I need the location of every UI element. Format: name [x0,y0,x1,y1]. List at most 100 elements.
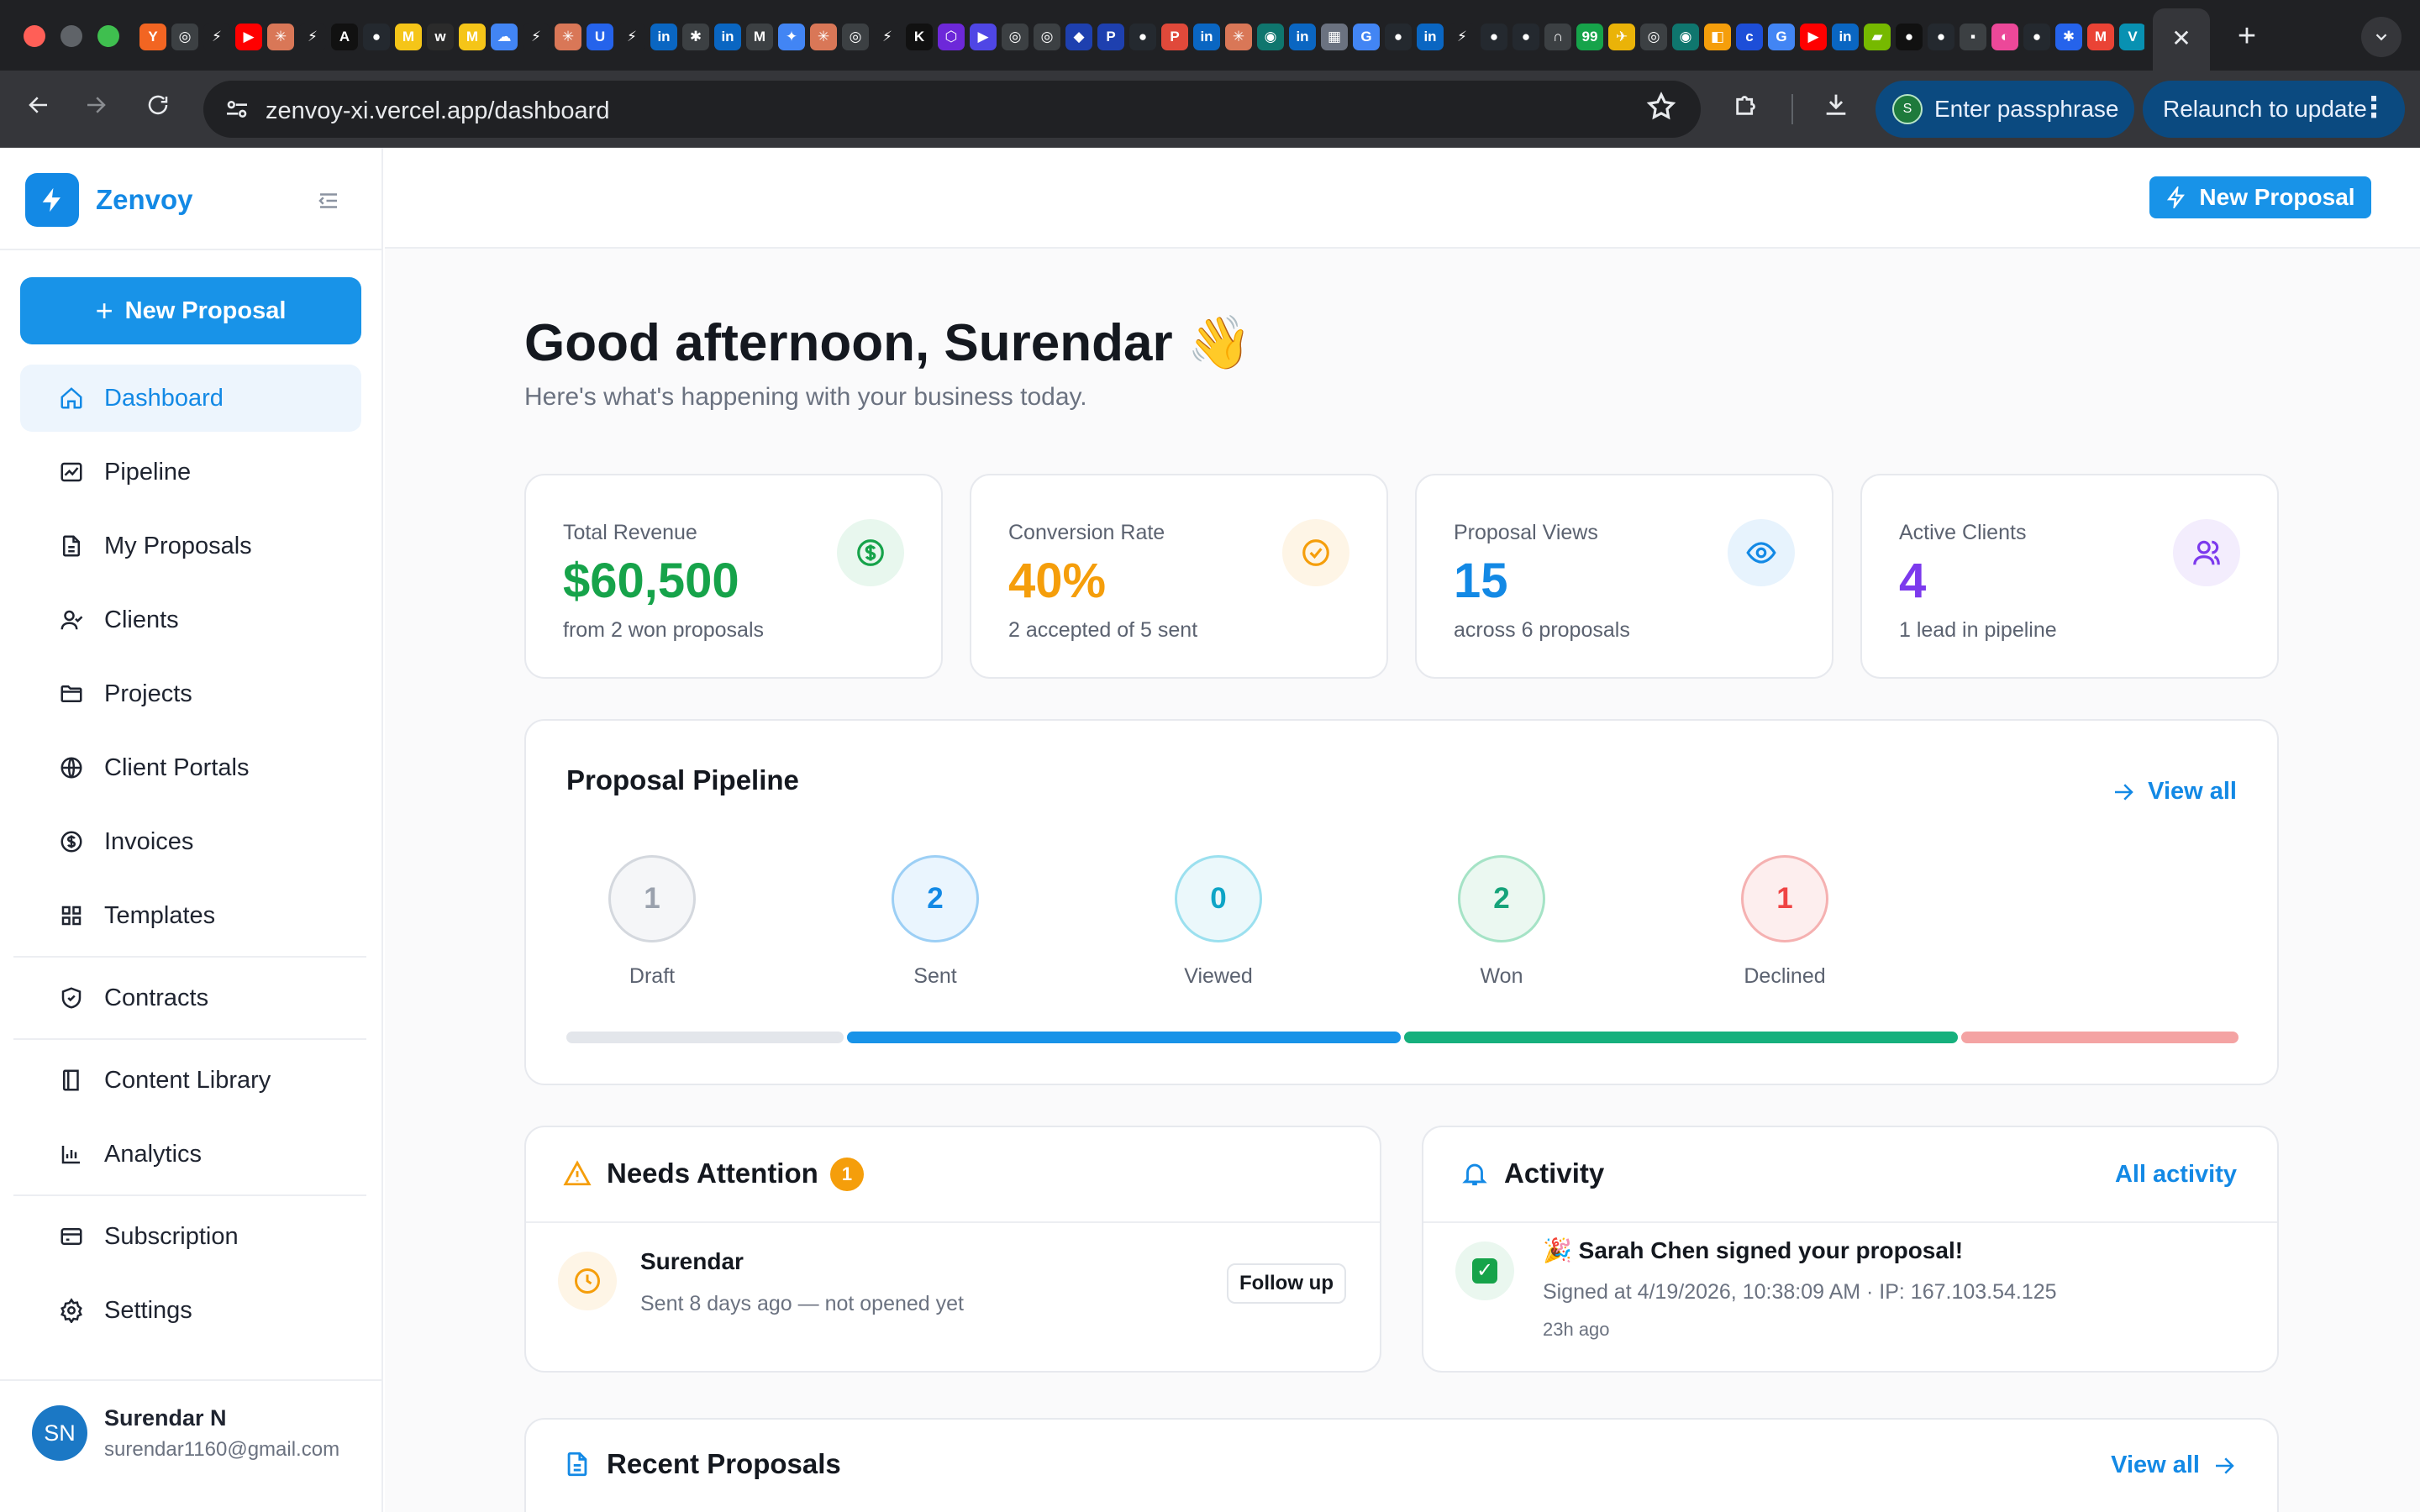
tab-favicon[interactable]: in [1417,24,1444,50]
pipeline-view-all-link[interactable]: View all [2111,778,2237,806]
window-zoom-button[interactable] [97,25,119,47]
tab-favicon[interactable]: G [1353,24,1380,50]
tab-favicon[interactable]: ● [1129,24,1156,50]
tab-favicon[interactable]: ◆ [1065,24,1092,50]
user-profile[interactable]: SN Surendar N surendar1160@gmail.com [32,1399,339,1467]
tab-favicon[interactable]: M [746,24,773,50]
more-menu-icon[interactable]: ⋮ [2360,91,2388,124]
header-new-proposal-button[interactable]: New Proposal [2149,176,2371,218]
tab-favicon[interactable]: Y [139,24,166,50]
tab-favicon[interactable]: ▰ [1864,24,1891,50]
sidebar-item-client-portals[interactable]: Client Portals [20,734,361,801]
sidebar-item-projects[interactable]: Projects [20,660,361,727]
collapse-sidebar-icon[interactable] [314,188,343,213]
tab-favicon[interactable]: ◎ [171,24,198,50]
tab-favicon[interactable]: in [1193,24,1220,50]
tab-favicon[interactable]: ✳ [810,24,837,50]
bookmark-star-icon[interactable] [1645,91,1677,123]
sidebar-item-pipeline[interactable]: Pipeline [20,438,361,506]
recent-view-all-link[interactable]: View all [2111,1452,2237,1479]
sidebar-item-subscription[interactable]: Subscription [20,1203,361,1270]
tab-favicon[interactable]: ◎ [842,24,869,50]
active-tab[interactable]: ✕ [2153,8,2210,71]
sidebar-item-dashboard[interactable]: Dashboard [20,365,361,432]
tab-favicon[interactable]: ⬡ [938,24,965,50]
pipeline-stage-viewed[interactable]: 0 Viewed [1151,855,1286,989]
sidebar-item-my-proposals[interactable]: My Proposals [20,512,361,580]
sidebar-item-invoices[interactable]: Invoices [20,808,361,875]
tab-favicon[interactable]: ◎ [1034,24,1060,50]
sidebar-new-proposal-button[interactable]: + New Proposal [20,277,361,344]
site-settings-icon[interactable] [224,96,250,123]
tab-favicon[interactable]: ⚡ [1449,24,1476,50]
pipeline-stage-won[interactable]: 2 Won [1434,855,1569,989]
pipeline-stage-sent[interactable]: 2 Sent [868,855,1002,989]
sidebar-item-content-library[interactable]: Content Library [20,1047,361,1114]
tab-favicon[interactable]: ▦ [1321,24,1348,50]
stat-card-total-revenue[interactable]: Total Revenue $60,500 from 2 won proposa… [524,474,943,679]
tab-favicon[interactable]: ✳ [1225,24,1252,50]
follow-up-button[interactable]: Follow up [1227,1263,1346,1304]
tab-search-button[interactable] [2361,17,2402,57]
tab-favicon[interactable]: K [906,24,933,50]
tab-favicon[interactable]: ✱ [2055,24,2082,50]
sidebar-item-contracts[interactable]: Contracts [20,964,361,1032]
tab-favicon[interactable]: ▶ [235,24,262,50]
tab-favicon[interactable]: ✳ [267,24,294,50]
stat-card-active-clients[interactable]: Active Clients 4 1 lead in pipeline [1860,474,2279,679]
window-close-button[interactable] [24,25,45,47]
sidebar-item-analytics[interactable]: Analytics [20,1121,361,1188]
tab-favicon[interactable]: ∩ [1544,24,1571,50]
all-activity-link[interactable]: All activity [2115,1161,2237,1189]
enter-passphrase-button[interactable]: S Enter passphrase [1876,81,2134,138]
pipeline-stage-draft[interactable]: 1 Draft [585,855,719,989]
tab-favicon[interactable]: ☁ [491,24,518,50]
sidebar-item-templates[interactable]: Templates [20,882,361,949]
tab-favicon[interactable]: M [395,24,422,50]
tab-favicon[interactable]: in [1289,24,1316,50]
relaunch-to-update-button[interactable]: Relaunch to update ⋮ [2143,81,2405,138]
tab-favicon[interactable]: ⚡ [874,24,901,50]
extensions-button[interactable] [1726,87,1768,129]
close-tab-icon[interactable]: ✕ [2168,25,2195,52]
address-bar[interactable]: zenvoy-xi.vercel.app/dashboard [203,81,1701,138]
tab-favicon[interactable]: ⚡ [299,24,326,50]
reload-button[interactable] [138,89,178,129]
forward-button[interactable] [76,89,116,129]
tab-favicon[interactable]: ✈ [1608,24,1635,50]
tab-favicon[interactable]: ● [1896,24,1923,50]
tab-favicon[interactable]: 99 [1576,24,1603,50]
pipeline-stage-declined[interactable]: 1 Declined [1718,855,1852,989]
tab-favicon[interactable]: M [2087,24,2114,50]
tab-favicon[interactable]: ▪ [1960,24,1986,50]
tab-favicon[interactable]: ● [1385,24,1412,50]
tab-favicon[interactable]: ● [1512,24,1539,50]
tab-favicon[interactable]: c [1736,24,1763,50]
tab-favicon[interactable]: ✦ [778,24,805,50]
brand[interactable]: Zenvoy [25,173,193,227]
back-button[interactable] [18,89,59,129]
stat-card-conversion-rate[interactable]: Conversion Rate 40% 2 accepted of 5 sent [970,474,1388,679]
tab-favicon[interactable]: ● [2023,24,2050,50]
sidebar-item-clients[interactable]: Clients [20,586,361,654]
tab-favicon[interactable]: ✱ [682,24,709,50]
sidebar-item-settings[interactable]: Settings [20,1277,361,1344]
tab-favicon[interactable]: M [459,24,486,50]
tab-favicon[interactable]: ▶ [1800,24,1827,50]
tab-favicon[interactable]: V [2119,24,2144,50]
new-tab-button[interactable]: + [2227,18,2267,55]
tab-favicon[interactable]: P [1161,24,1188,50]
tab-favicon[interactable]: A [331,24,358,50]
url-text[interactable]: zenvoy-xi.vercel.app/dashboard [266,97,609,125]
stat-card-proposal-views[interactable]: Proposal Views 15 across 6 proposals [1415,474,1833,679]
tab-favicon[interactable]: ▶ [970,24,997,50]
tab-favicon[interactable]: ◎ [1002,24,1028,50]
tab-favicon[interactable]: ◉ [1257,24,1284,50]
tab-favicon[interactable]: P [1097,24,1124,50]
tab-favicon[interactable]: ✳ [555,24,581,50]
window-minimize-button[interactable] [60,25,82,47]
tab-favicon[interactable]: ◐ [1991,24,2018,50]
tab-favicon[interactable]: U [587,24,613,50]
tab-favicon[interactable]: ⚡ [523,24,550,50]
tab-favicon[interactable]: ● [363,24,390,50]
